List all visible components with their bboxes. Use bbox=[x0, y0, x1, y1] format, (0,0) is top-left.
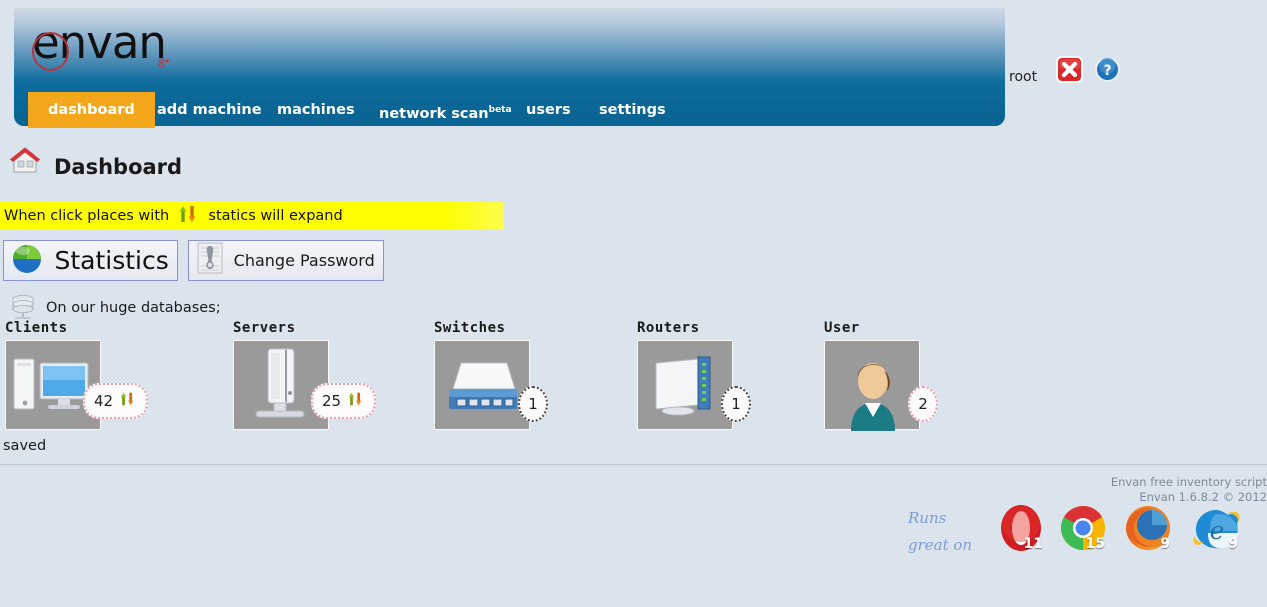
card-label-servers: Servers bbox=[233, 320, 329, 336]
nav-label-network-scan: network scan bbox=[379, 106, 489, 122]
user-person-icon bbox=[824, 340, 920, 430]
close-icon[interactable] bbox=[1056, 56, 1083, 83]
footer-credit: Envan free inventory script Envan 1.6.8.… bbox=[1111, 475, 1267, 505]
nav-item-network-scan[interactable]: network scanbeta bbox=[379, 92, 512, 128]
count-badge-switches[interactable]: 1 bbox=[518, 386, 548, 422]
opera-icon[interactable]: 11 bbox=[995, 502, 1047, 554]
key-icon bbox=[195, 241, 225, 280]
database-info-text: On our huge databases; bbox=[46, 300, 221, 316]
main-navigation: dashboard add machine machines network s… bbox=[14, 92, 1005, 130]
nav-label-users: users bbox=[526, 102, 571, 118]
help-icon[interactable]: ? bbox=[1094, 56, 1121, 83]
site-header: envan 8* dashboard add machine machines … bbox=[14, 8, 1005, 126]
runs-line-1: Runs bbox=[908, 505, 972, 532]
network-switch-icon bbox=[434, 340, 530, 430]
desktop-computer-icon bbox=[5, 340, 101, 430]
runs-line-2: great on bbox=[908, 532, 972, 559]
chrome-version: 15 bbox=[1086, 536, 1105, 552]
ie-version: 9 bbox=[1228, 536, 1238, 552]
nav-item-users[interactable]: users bbox=[526, 92, 571, 128]
page-root: envan 8* dashboard add machine machines … bbox=[0, 0, 1267, 607]
card-routers[interactable]: Routers 1 bbox=[637, 320, 733, 430]
up-down-arrows-icon bbox=[347, 391, 365, 411]
server-tower-icon bbox=[233, 340, 329, 430]
count-value-user: 2 bbox=[918, 395, 928, 413]
page-header: Dashboard bbox=[8, 143, 42, 182]
runs-great-on-label: Runs great on bbox=[908, 505, 972, 559]
up-down-arrows-icon bbox=[178, 205, 200, 233]
count-badge-servers[interactable]: 25 bbox=[311, 383, 376, 419]
card-label-clients: Clients bbox=[5, 320, 101, 336]
card-label-switches: Switches bbox=[434, 320, 530, 336]
nav-label-machines: machines bbox=[277, 102, 355, 118]
nav-label-dashboard: dashboard bbox=[48, 102, 135, 118]
count-badge-routers[interactable]: 1 bbox=[721, 386, 751, 422]
svg-text:?: ? bbox=[1103, 63, 1111, 79]
card-clients[interactable]: Clients 42 bbox=[5, 320, 101, 430]
home-icon bbox=[8, 164, 42, 181]
count-badge-user[interactable]: 2 bbox=[908, 386, 938, 422]
count-value-clients: 42 bbox=[94, 392, 113, 410]
tab-statistics[interactable]: Statistics bbox=[3, 240, 178, 281]
notice-text-before: When click places with bbox=[4, 208, 169, 224]
nav-item-settings[interactable]: settings bbox=[599, 92, 666, 128]
count-value-switches: 1 bbox=[528, 395, 538, 413]
nav-item-dashboard[interactable]: dashboard bbox=[28, 92, 155, 128]
inventory-cards: Clients 42 bbox=[0, 320, 1267, 440]
nav-label-add-machine: add machine bbox=[157, 102, 262, 118]
nav-label-settings: settings bbox=[599, 102, 666, 118]
card-switches[interactable]: Switches 1 bbox=[434, 320, 530, 430]
card-label-routers: Routers bbox=[637, 320, 733, 336]
firefox-icon[interactable]: 9 bbox=[1122, 502, 1174, 554]
current-user-label: root bbox=[1009, 69, 1037, 85]
up-down-arrows-icon bbox=[119, 391, 137, 411]
count-badge-clients[interactable]: 42 bbox=[83, 383, 148, 419]
svg-text:e: e bbox=[1210, 516, 1225, 545]
internet-explorer-icon[interactable]: e 9 bbox=[1190, 502, 1242, 554]
logo-ring-decoration bbox=[32, 32, 69, 71]
logo-subscript: 8* bbox=[158, 56, 169, 70]
notice-text-after: statics will expand bbox=[208, 208, 342, 224]
tab-change-password[interactable]: Change Password bbox=[188, 240, 384, 281]
opera-version: 11 bbox=[1024, 536, 1043, 552]
card-user[interactable]: User 2 bbox=[824, 320, 920, 430]
globe-icon bbox=[10, 241, 44, 280]
tab-label-change-password: Change Password bbox=[230, 241, 375, 280]
firefox-version: 9 bbox=[1160, 536, 1170, 552]
page-title: Dashboard bbox=[54, 155, 182, 179]
info-notice-banner: When click places with statics will expa… bbox=[0, 202, 503, 230]
router-icon bbox=[637, 340, 733, 430]
tab-bar: Statistics Change Password bbox=[3, 240, 390, 281]
chrome-icon[interactable]: 15 bbox=[1057, 502, 1109, 554]
nav-beta-superscript: beta bbox=[489, 105, 512, 115]
count-value-routers: 1 bbox=[731, 395, 741, 413]
footer-credit-line1: Envan free inventory script bbox=[1111, 475, 1267, 490]
status-text: saved bbox=[3, 438, 46, 454]
card-label-user: User bbox=[824, 320, 920, 336]
count-value-servers: 25 bbox=[322, 392, 341, 410]
footer-divider bbox=[0, 464, 1267, 466]
card-servers[interactable]: Servers 25 bbox=[233, 320, 329, 430]
nav-item-machines[interactable]: machines bbox=[277, 92, 355, 128]
tab-label-statistics: Statistics bbox=[48, 241, 168, 280]
nav-item-add-machine[interactable]: add machine bbox=[157, 92, 262, 128]
